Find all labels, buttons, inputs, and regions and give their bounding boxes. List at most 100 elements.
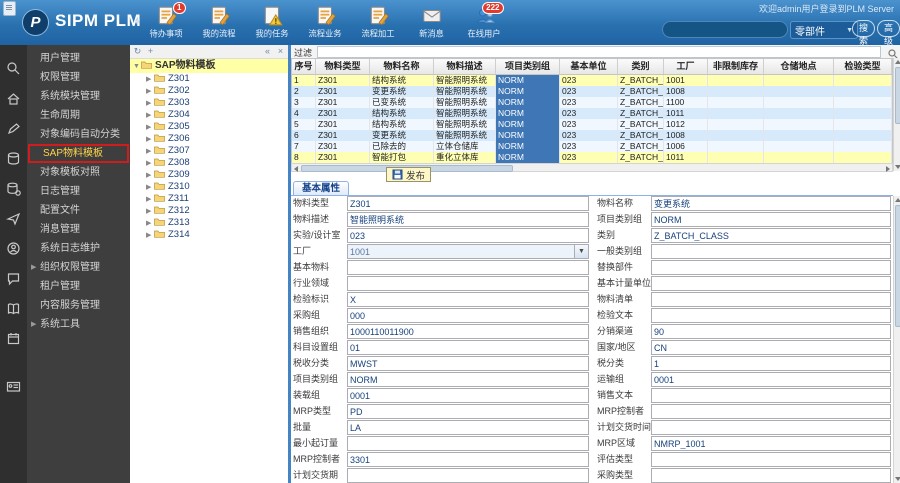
table-cell[interactable]: 1001 xyxy=(664,75,708,86)
table-cell[interactable]: 智能照明系统 xyxy=(434,119,496,130)
tree-node[interactable]: ▶ Z303 xyxy=(130,97,288,109)
table-cell[interactable]: Z_BATCH_CLA.. xyxy=(618,119,664,130)
sidebar-item[interactable]: 对象模板对照 xyxy=(27,163,130,182)
book-icon[interactable] xyxy=(0,293,27,323)
form-input[interactable] xyxy=(652,389,890,402)
table-cell[interactable]: 已变系统 xyxy=(370,97,434,108)
table-row[interactable]: 1Z301结构系统智能照明系统NORM023Z_BATCH_CLA..1001 xyxy=(292,75,892,86)
tree-node[interactable]: ▶ Z305 xyxy=(130,121,288,133)
table-cell[interactable] xyxy=(708,75,764,86)
table-cell[interactable]: 1012 xyxy=(664,119,708,130)
tree-node[interactable]: ▶ Z311 xyxy=(130,193,288,205)
clipboard-icon[interactable] xyxy=(3,1,16,16)
scroll-right-icon[interactable] xyxy=(886,166,890,172)
form-input[interactable] xyxy=(348,293,588,306)
form-input[interactable] xyxy=(348,213,588,226)
caret-down-icon[interactable]: ▼ xyxy=(133,60,141,74)
filter-input[interactable] xyxy=(317,46,881,58)
form-input[interactable] xyxy=(348,437,588,450)
table-cell[interactable]: NORM xyxy=(496,152,560,163)
table-cell[interactable]: Z_BATCH_CLA.. xyxy=(618,108,664,119)
table-cell[interactable]: Z_BATCH_CLA.. xyxy=(618,141,664,152)
sidebar-item[interactable]: 消息管理 xyxy=(27,220,130,239)
calendar-icon[interactable] xyxy=(0,323,27,353)
sidebar-item[interactable]: 用户管理 xyxy=(27,49,130,68)
sidebar-item[interactable]: 生命周期 xyxy=(27,106,130,125)
table-cell[interactable]: 变更系统 xyxy=(370,130,434,141)
table-cell[interactable]: 023 xyxy=(560,152,618,163)
table-cell[interactable]: 1011 xyxy=(664,152,708,163)
form-input[interactable] xyxy=(652,437,890,450)
table-cell[interactable]: 023 xyxy=(560,119,618,130)
toolbar-item-users[interactable]: 222 在线用户 xyxy=(458,2,511,43)
toolbar-item-doc-pencil[interactable]: 流程加工 xyxy=(352,3,405,43)
table-cell[interactable] xyxy=(834,141,892,152)
table-cell[interactable]: 智能照明系统 xyxy=(434,130,496,141)
form-input[interactable] xyxy=(652,309,890,322)
form-input[interactable] xyxy=(348,453,588,466)
sidebar-item[interactable]: 对象编码自动分类 xyxy=(27,125,130,144)
search-button[interactable]: 搜索 xyxy=(852,20,875,46)
table-cell[interactable] xyxy=(764,130,834,141)
table-cell[interactable]: Z301 xyxy=(316,97,370,108)
table-cell[interactable]: 023 xyxy=(560,130,618,141)
table-cell[interactable]: NORM xyxy=(496,141,560,152)
table-cell[interactable] xyxy=(834,97,892,108)
table-cell[interactable]: 立体仓储库 xyxy=(434,141,496,152)
table-cell[interactable]: 1011 xyxy=(664,108,708,119)
table-cell[interactable]: NORM xyxy=(496,130,560,141)
table-cell[interactable] xyxy=(764,86,834,97)
table-cell[interactable] xyxy=(708,152,764,163)
close-icon[interactable]: × xyxy=(275,46,286,57)
toolbar-item-doc-pencil[interactable]: 流程业务 xyxy=(299,3,352,43)
sidebar-item[interactable]: 租户管理 xyxy=(27,277,130,296)
form-input[interactable] xyxy=(348,245,574,258)
table-cell[interactable] xyxy=(834,75,892,86)
table-cell[interactable]: Z_BATCH_CLA.. xyxy=(618,97,664,108)
column-header[interactable]: 物料描述 xyxy=(434,59,496,74)
table-cell[interactable]: 智能照明系统 xyxy=(434,86,496,97)
table-cell[interactable]: 1 xyxy=(292,75,316,86)
search-icon[interactable] xyxy=(0,53,27,83)
table-cell[interactable]: 023 xyxy=(560,108,618,119)
column-header[interactable]: 序号 xyxy=(292,59,316,74)
refresh-icon[interactable]: ↻ xyxy=(132,46,143,57)
sidebar-item[interactable]: 系统模块管理 xyxy=(27,87,130,106)
sidebar-item[interactable]: 系统工具 ▶ xyxy=(27,315,130,334)
table-row[interactable]: 4Z301结构系统智能照明系统NORM023Z_BATCH_CLA..1011 xyxy=(292,108,892,119)
table-cell[interactable]: 8 xyxy=(292,152,316,163)
table-cell[interactable] xyxy=(764,97,834,108)
support-icon[interactable] xyxy=(0,233,27,263)
table-cell[interactable]: 结构系统 xyxy=(370,119,434,130)
table-cell[interactable]: Z_BATCH_CLA.. xyxy=(618,86,664,97)
table-cell[interactable]: Z301 xyxy=(316,141,370,152)
table-cell[interactable]: 4 xyxy=(292,108,316,119)
table-cell[interactable]: 5 xyxy=(292,119,316,130)
table-row[interactable]: 8Z301智能打包重化立体库NORM023Z_BATCH_CLA..1011 xyxy=(292,152,892,163)
table-cell[interactable]: Z301 xyxy=(316,119,370,130)
table-cell[interactable]: Z_BATCH_CLA.. xyxy=(618,75,664,86)
advanced-search-button[interactable]: 高级 xyxy=(877,20,900,46)
scroll-up-icon[interactable] xyxy=(895,198,900,202)
table-cell[interactable] xyxy=(834,86,892,97)
table-cell[interactable] xyxy=(708,130,764,141)
toolbar-item-envelope[interactable]: 新消息 xyxy=(405,3,458,43)
tree-node[interactable]: ▶ Z306 xyxy=(130,133,288,145)
tree-node[interactable]: ▶ Z314 xyxy=(130,229,288,241)
table-cell[interactable] xyxy=(764,108,834,119)
table-cell[interactable]: 2 xyxy=(292,86,316,97)
table-cell[interactable] xyxy=(834,130,892,141)
form-input[interactable] xyxy=(652,469,890,482)
table-cell[interactable] xyxy=(708,86,764,97)
tree-node[interactable]: ▶ Z312 xyxy=(130,205,288,217)
table-cell[interactable]: 023 xyxy=(560,97,618,108)
tree-node[interactable]: ▶ Z310 xyxy=(130,181,288,193)
form-input[interactable] xyxy=(348,229,588,242)
table-cell[interactable]: 变更系统 xyxy=(370,86,434,97)
edit-icon[interactable] xyxy=(0,113,27,143)
sidebar-item[interactable]: 组织权限管理 ▶ xyxy=(27,258,130,277)
form-input[interactable] xyxy=(652,373,890,386)
table-cell[interactable]: 智能照明系统 xyxy=(434,75,496,86)
table-cell[interactable]: 重化立体库 xyxy=(434,152,496,163)
form-input[interactable] xyxy=(348,341,588,354)
